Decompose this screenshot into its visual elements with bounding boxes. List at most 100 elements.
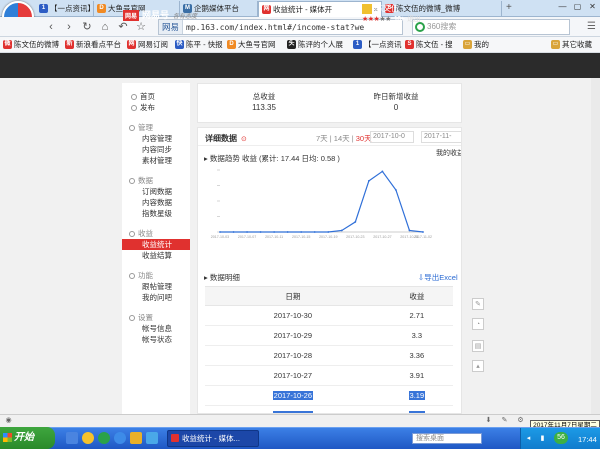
bookmark-label: 陈平 - 快报 [186, 40, 223, 49]
sidebar-item[interactable]: 内容管理 [122, 133, 190, 144]
bookmark-icon: 新 [65, 40, 74, 49]
logout-link[interactable]: 退出 [407, 16, 421, 23]
bookmark-item[interactable]: 网网易订阅 [126, 39, 168, 51]
sidebar-group-icon [129, 273, 135, 280]
sidebar-item[interactable]: 内容数据 [122, 197, 190, 208]
bookmark-label: 新浪看点平台 [76, 40, 121, 49]
quicklaunch-app-icon[interactable] [146, 432, 158, 444]
status-icon[interactable]: ◉ [4, 416, 13, 425]
sidebar-item[interactable]: 首页 [122, 91, 190, 102]
minimize-icon[interactable]: — [555, 0, 570, 13]
total-income-value: 113.35 [252, 103, 276, 112]
table-row[interactable]: 2017-10-28 3.36 [205, 345, 453, 366]
sidebar-item-label: 收益统计 [142, 240, 172, 249]
tab-1[interactable]: 1【一点资讯】八○后 [36, 1, 94, 17]
sidebar-group-label: 功能 [138, 271, 153, 280]
range-14-days[interactable]: 14天 [334, 134, 350, 143]
bookmark-item[interactable]: ▭ 我的 [462, 39, 489, 51]
top-icon[interactable]: ▴ [472, 360, 484, 372]
close-icon[interactable]: ✕ [585, 0, 600, 13]
table-row[interactable]: 2017-10-250.65 [205, 405, 453, 413]
export-excel-link[interactable]: ⇩导出Excel [418, 272, 458, 283]
clock[interactable]: 17:44 [578, 435, 597, 444]
sidebar-item[interactable]: 收益统计 [122, 239, 190, 250]
bookmark-icon: 网 [127, 40, 136, 49]
new-tab-icon[interactable]: + [506, 2, 512, 13]
sidebar-item[interactable]: 发布 [122, 102, 190, 113]
table-row[interactable]: 2017-10-27 3.91 [205, 365, 453, 386]
sidebar-item-label: 帐号状态 [142, 335, 172, 344]
refresh-icon[interactable]: ↻ [80, 20, 94, 34]
sidebar-item[interactable]: 跟帖管理 [122, 281, 190, 292]
sidebar-item[interactable]: 指数星级 [122, 208, 190, 219]
quicklaunch-folder-icon[interactable] [130, 432, 142, 444]
bookmark-item[interactable]: D 大鱼号官网 [226, 39, 276, 51]
chat-icon[interactable]: ◔ [472, 318, 484, 330]
cell-text: 2017-10-28 [273, 351, 313, 360]
sidebar-item[interactable]: 我的问吧 [122, 292, 190, 303]
search-input[interactable]: 360搜索 [412, 19, 570, 35]
taskbar-window-item[interactable]: 收益统计 - 媒体... [167, 430, 259, 447]
tray-arrow-icon[interactable]: ◂ [524, 434, 533, 443]
tab-favicon-icon: 1 [39, 4, 48, 13]
x-tick-label: 2017-10-23 [346, 235, 364, 239]
sidebar-item[interactable]: 收益结算 [122, 250, 190, 261]
table-row[interactable]: 2017-10-29 3.3 [205, 325, 453, 346]
tool-icon[interactable]: ✎ [472, 298, 484, 310]
forward-icon[interactable]: › [62, 20, 76, 34]
star-icon-filled: ★★★ [362, 16, 380, 23]
date-cell: 2017-10-30 [205, 305, 381, 326]
sidebar: 首页 发布 管理 内容管理 内容同步 素材管理 数据 订阅数据 内容数据 指数星级 收益 收益统计 收益… [122, 83, 190, 414]
help-icon[interactable]: ⊙ [241, 136, 247, 143]
sidebar-item[interactable]: 素材管理 [122, 155, 190, 166]
table-row[interactable]: 2017-10-26 3.19 [205, 385, 453, 406]
bookmark-item[interactable]: 微陈文伍的微博 [2, 39, 59, 51]
sidebar-item[interactable]: 内容同步 [122, 144, 190, 155]
quicklaunch-ie-icon[interactable] [114, 432, 126, 444]
menu-icon[interactable]: ☰ [587, 21, 596, 32]
cell-text: 2017-10-26 [272, 391, 314, 400]
sidebar-item[interactable]: 帐号信息 [122, 323, 190, 334]
bookmark-icon: 1 [353, 40, 362, 49]
bookmark-item[interactable]: ▭ 其它收藏 [550, 39, 592, 51]
desktop-search-input[interactable]: 搜索桌面 [412, 433, 482, 444]
data-point [408, 229, 411, 232]
user-info[interactable]: 陈文伍 [362, 3, 399, 14]
home-icon[interactable]: ⌂ [98, 20, 112, 34]
tray-network-icon[interactable]: ▮ [538, 434, 547, 443]
sidebar-item[interactable]: 帐号状态 [122, 334, 190, 345]
bookmark-item[interactable]: 1 【一点资讯 [352, 39, 402, 51]
vertical-scrollbar[interactable] [591, 78, 600, 414]
maximize-icon[interactable]: ▢ [570, 0, 585, 13]
settings-icon[interactable]: ⚙ [516, 416, 525, 425]
data-point [273, 231, 276, 233]
bookmark-item[interactable]: 新新浪看点平台 [64, 39, 121, 51]
windows-flag-icon [3, 433, 12, 442]
tray-badge[interactable]: 56 [554, 432, 568, 444]
task-label: 收益统计 - 媒体... [182, 434, 240, 443]
comment-icon[interactable]: ▤ [472, 340, 484, 352]
bookmark-item[interactable]: S 陈文伍 - 搜 [404, 39, 453, 51]
quicklaunch-360-icon[interactable] [98, 432, 110, 444]
start-button[interactable]: 开始 [0, 427, 55, 449]
sidebar-item[interactable]: 订阅数据 [122, 186, 190, 197]
cell-text: 2017-10-29 [273, 331, 313, 340]
start-date-input[interactable]: 2017-10-0 [370, 131, 414, 143]
pen-icon[interactable]: ✎ [500, 416, 509, 425]
brand-logo[interactable]: 网易 网易号 各有态度 [123, 8, 197, 22]
x-tick-label: 2017-10-27 [373, 235, 391, 239]
bookmark-label: 我的 [474, 40, 489, 49]
bookmark-item[interactable]: 快陈平 - 快报 [174, 39, 223, 51]
restore-icon[interactable]: ↶ [116, 20, 130, 34]
bookmark-item[interactable]: 头陈评的个人展 [286, 39, 343, 51]
quicklaunch-browser-icon[interactable] [82, 432, 94, 444]
data-point [219, 231, 221, 233]
bookmark-label: 陈评的个人展 [298, 40, 343, 49]
download-icon[interactable]: ⬇ [484, 416, 493, 425]
star-icon[interactable]: ☆ [134, 20, 148, 34]
range-7-days[interactable]: 7天 [316, 134, 328, 143]
end-date-input[interactable]: 2017-11- [421, 131, 461, 143]
back-icon[interactable]: ‹ [44, 20, 58, 34]
table-row[interactable]: 2017-10-30 2.71 [205, 305, 453, 326]
quicklaunch-desktop-icon[interactable] [66, 432, 78, 444]
